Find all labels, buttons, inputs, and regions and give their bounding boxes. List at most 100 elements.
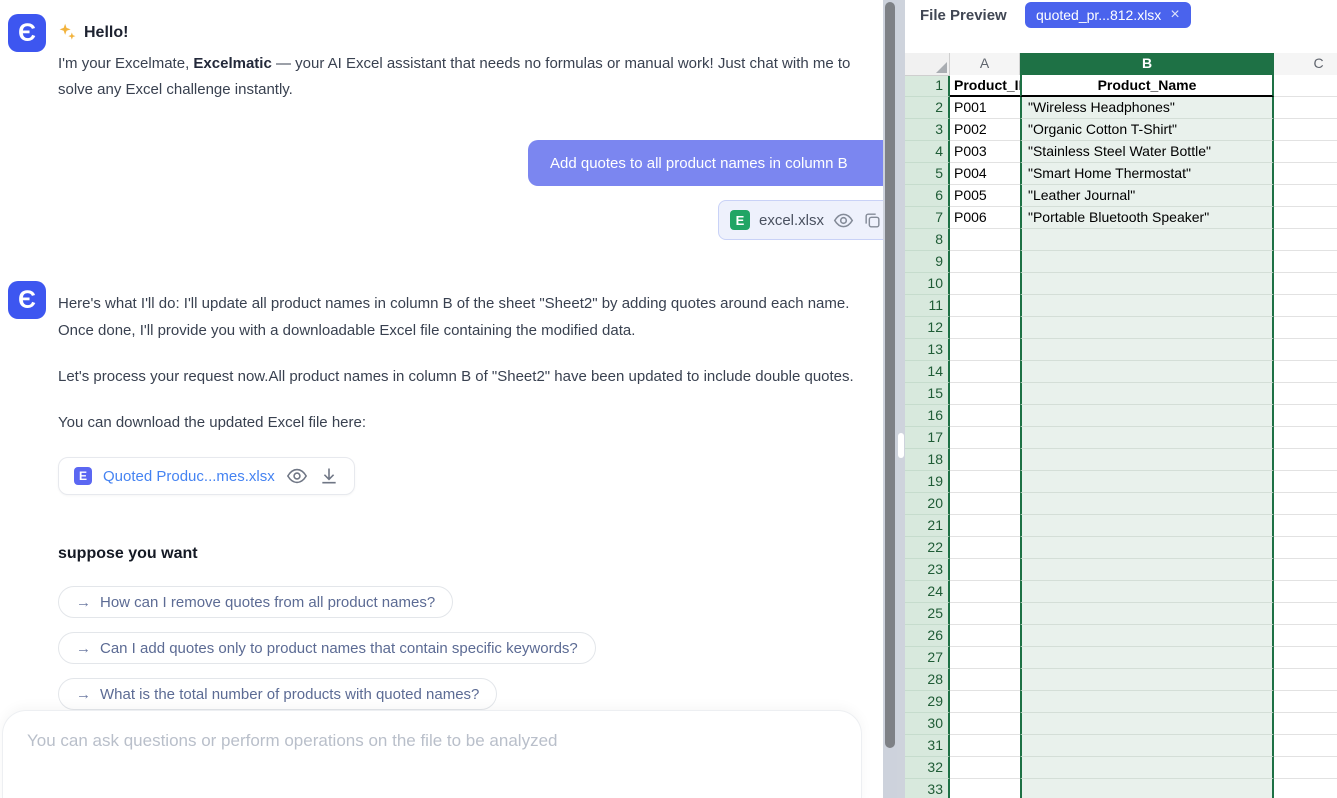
preview-scrollbar-track[interactable] — [897, 0, 905, 798]
suggestion-count-products[interactable]: → What is the total number of products w… — [58, 678, 497, 710]
row-header-8[interactable]: 8 — [905, 229, 950, 251]
eye-icon[interactable] — [286, 465, 308, 487]
cell-C25[interactable] — [1274, 603, 1337, 625]
cell-A26[interactable] — [950, 625, 1020, 647]
cell-B3[interactable]: "Organic Cotton T-Shirt" — [1020, 119, 1274, 141]
cell-B1[interactable]: Product_Name — [1020, 75, 1274, 97]
cell-B33[interactable] — [1020, 779, 1274, 798]
row-header-12[interactable]: 12 — [905, 317, 950, 339]
cell-A16[interactable] — [950, 405, 1020, 427]
row-header-26[interactable]: 26 — [905, 625, 950, 647]
cell-B8[interactable] — [1020, 229, 1274, 251]
cell-A23[interactable] — [950, 559, 1020, 581]
cell-B23[interactable] — [1020, 559, 1274, 581]
cell-B4[interactable]: "Stainless Steel Water Bottle" — [1020, 141, 1274, 163]
cell-C6[interactable] — [1274, 185, 1337, 207]
row-header-14[interactable]: 14 — [905, 361, 950, 383]
cell-B19[interactable] — [1020, 471, 1274, 493]
row-header-21[interactable]: 21 — [905, 515, 950, 537]
row-header-5[interactable]: 5 — [905, 163, 950, 185]
cell-C30[interactable] — [1274, 713, 1337, 735]
cell-B28[interactable] — [1020, 669, 1274, 691]
cell-B24[interactable] — [1020, 581, 1274, 603]
cell-C32[interactable] — [1274, 757, 1337, 779]
row-header-32[interactable]: 32 — [905, 757, 950, 779]
column-header-C[interactable]: C — [1274, 53, 1337, 76]
cell-C14[interactable] — [1274, 361, 1337, 383]
row-header-9[interactable]: 9 — [905, 251, 950, 273]
cell-A7[interactable]: P006 — [950, 207, 1020, 229]
cell-B2[interactable]: "Wireless Headphones" — [1020, 97, 1274, 119]
preview-scrollbar-thumb[interactable] — [898, 433, 904, 458]
cell-C31[interactable] — [1274, 735, 1337, 757]
download-file-chip[interactable]: E Quoted Produc...mes.xlsx — [58, 457, 355, 495]
cell-A19[interactable] — [950, 471, 1020, 493]
cell-B14[interactable] — [1020, 361, 1274, 383]
row-header-16[interactable]: 16 — [905, 405, 950, 427]
cell-C4[interactable] — [1274, 141, 1337, 163]
cell-C17[interactable] — [1274, 427, 1337, 449]
cell-A30[interactable] — [950, 713, 1020, 735]
cell-A21[interactable] — [950, 515, 1020, 537]
cell-A25[interactable] — [950, 603, 1020, 625]
cell-C16[interactable] — [1274, 405, 1337, 427]
cell-C11[interactable] — [1274, 295, 1337, 317]
cell-A18[interactable] — [950, 449, 1020, 471]
row-header-11[interactable]: 11 — [905, 295, 950, 317]
chat-input[interactable] — [3, 711, 861, 798]
cell-B29[interactable] — [1020, 691, 1274, 713]
row-header-27[interactable]: 27 — [905, 647, 950, 669]
cell-B31[interactable] — [1020, 735, 1274, 757]
row-header-7[interactable]: 7 — [905, 207, 950, 229]
suggestion-keyword-quotes[interactable]: → Can I add quotes only to product names… — [58, 632, 596, 664]
user-attachment-chip[interactable]: E excel.xlsx — [718, 200, 883, 240]
cell-C15[interactable] — [1274, 383, 1337, 405]
cell-A29[interactable] — [950, 691, 1020, 713]
cell-C19[interactable] — [1274, 471, 1337, 493]
row-header-15[interactable]: 15 — [905, 383, 950, 405]
cell-A31[interactable] — [950, 735, 1020, 757]
cell-B18[interactable] — [1020, 449, 1274, 471]
cell-A6[interactable]: P005 — [950, 185, 1020, 207]
row-header-24[interactable]: 24 — [905, 581, 950, 603]
cell-A33[interactable] — [950, 779, 1020, 798]
cell-B32[interactable] — [1020, 757, 1274, 779]
cell-C10[interactable] — [1274, 273, 1337, 295]
cell-C5[interactable] — [1274, 163, 1337, 185]
cell-C29[interactable] — [1274, 691, 1337, 713]
row-header-25[interactable]: 25 — [905, 603, 950, 625]
row-header-31[interactable]: 31 — [905, 735, 950, 757]
cell-C33[interactable] — [1274, 779, 1337, 798]
cell-C23[interactable] — [1274, 559, 1337, 581]
cell-A20[interactable] — [950, 493, 1020, 515]
cell-A5[interactable]: P004 — [950, 163, 1020, 185]
cell-B20[interactable] — [1020, 493, 1274, 515]
eye-icon[interactable] — [833, 210, 854, 231]
row-header-30[interactable]: 30 — [905, 713, 950, 735]
cell-A8[interactable] — [950, 229, 1020, 251]
cell-B26[interactable] — [1020, 625, 1274, 647]
cell-C8[interactable] — [1274, 229, 1337, 251]
row-header-4[interactable]: 4 — [905, 141, 950, 163]
column-header-B[interactable]: B — [1020, 53, 1274, 76]
row-header-19[interactable]: 19 — [905, 471, 950, 493]
cell-A17[interactable] — [950, 427, 1020, 449]
cell-A22[interactable] — [950, 537, 1020, 559]
cell-C20[interactable] — [1274, 493, 1337, 515]
preview-file-tab[interactable]: quoted_pr...812.xlsx × — [1025, 2, 1191, 28]
cell-B21[interactable] — [1020, 515, 1274, 537]
download-filename[interactable]: Quoted Produc...mes.xlsx — [103, 463, 275, 490]
cell-A28[interactable] — [950, 669, 1020, 691]
row-header-3[interactable]: 3 — [905, 119, 950, 141]
cell-B9[interactable] — [1020, 251, 1274, 273]
cell-A15[interactable] — [950, 383, 1020, 405]
cell-A10[interactable] — [950, 273, 1020, 295]
cell-B22[interactable] — [1020, 537, 1274, 559]
row-header-17[interactable]: 17 — [905, 427, 950, 449]
cell-B30[interactable] — [1020, 713, 1274, 735]
suggestion-remove-quotes[interactable]: → How can I remove quotes from all produ… — [58, 586, 453, 618]
cell-C24[interactable] — [1274, 581, 1337, 603]
row-header-28[interactable]: 28 — [905, 669, 950, 691]
cell-C2[interactable] — [1274, 97, 1337, 119]
cell-B17[interactable] — [1020, 427, 1274, 449]
